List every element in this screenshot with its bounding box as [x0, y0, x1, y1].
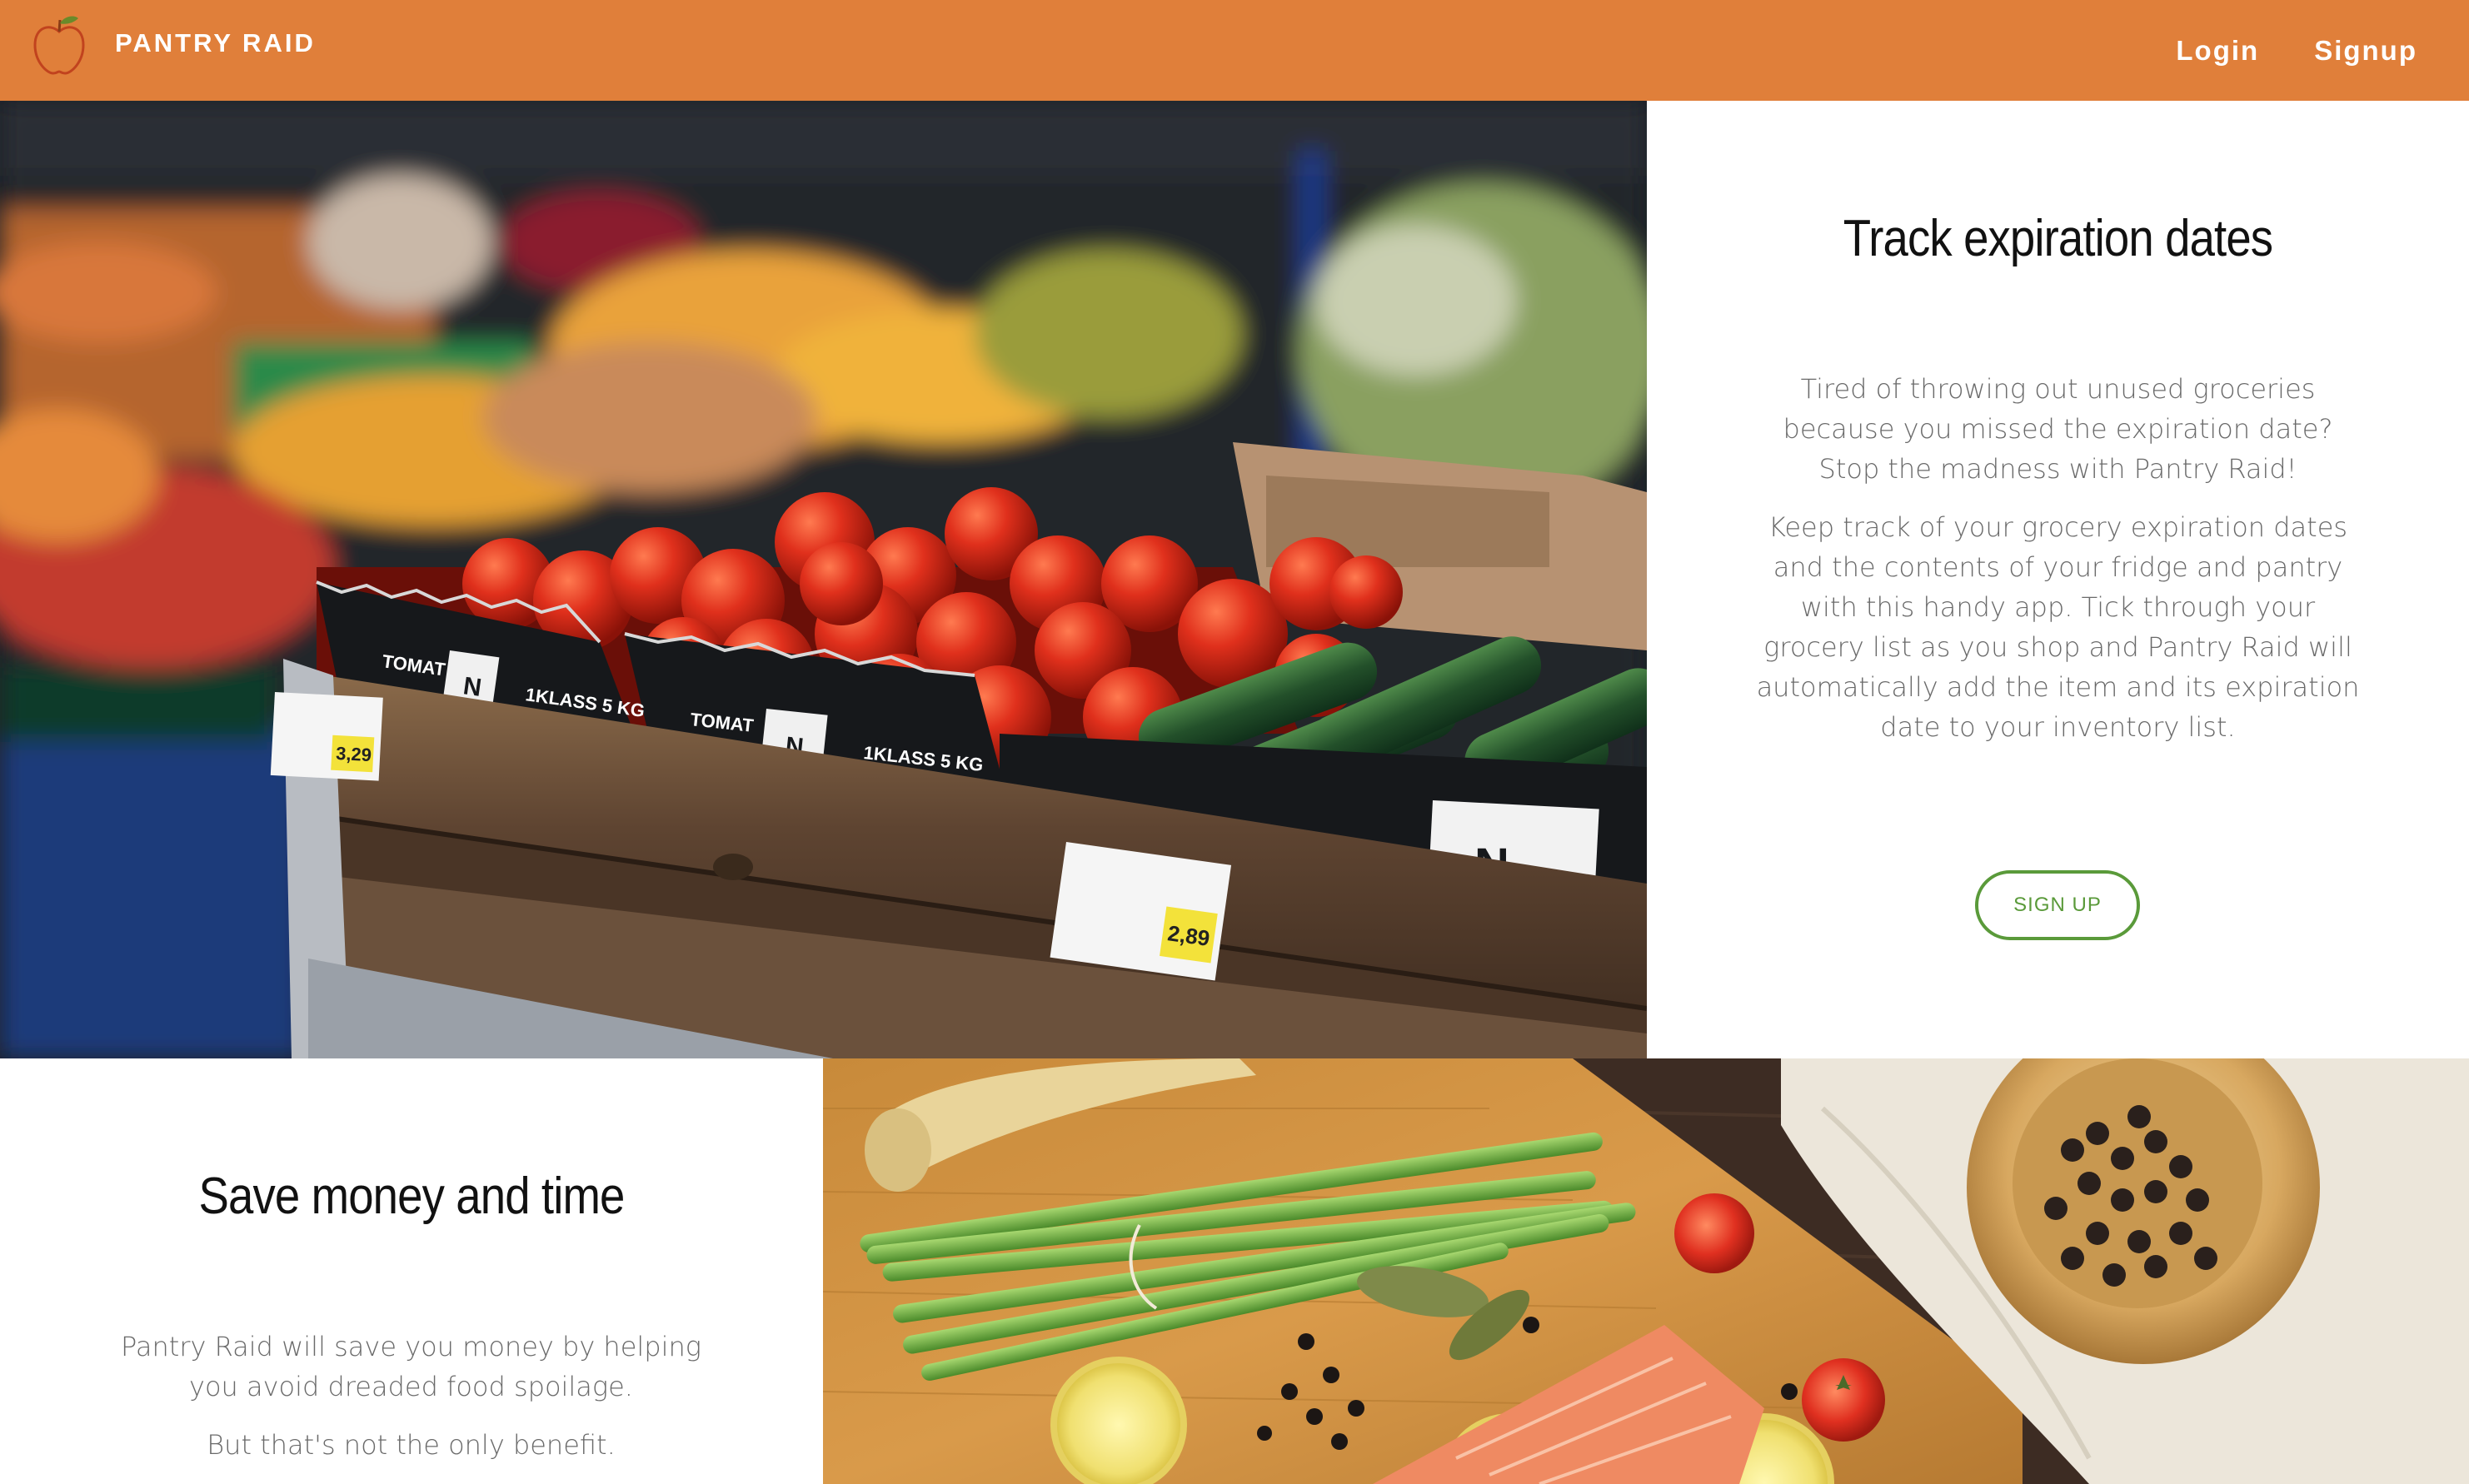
grocery-produce-photo: TOMAT N 1KLASS 5 KG TOMAT N 1KLASS 5 KG …: [0, 101, 1647, 1058]
track-intro-paragraph: Tired of throwing out unused groceries b…: [1783, 373, 2333, 485]
navbar: PANTRY RAID Login Signup: [0, 0, 2469, 101]
signup-link[interactable]: Signup: [2314, 35, 2417, 67]
save-money-section: Save money and time Pantry Raid will sav…: [0, 1058, 823, 1484]
track-detail-paragraph: Keep track of your grocery expiration da…: [1756, 511, 2360, 743]
track-expiration-title: Track expiration dates: [1843, 210, 2273, 267]
price-tag-1: 3,29: [336, 743, 372, 765]
save-benefit-paragraph: But that's not the only benefit.: [207, 1429, 616, 1461]
apple-icon: [33, 16, 85, 75]
nav-links: Login Signup: [2121, 0, 2417, 101]
save-intro-paragraph: Pantry Raid will save you money by helpi…: [121, 1331, 701, 1402]
login-link[interactable]: Login: [2176, 35, 2259, 67]
cutting-board-food-photo: [823, 1058, 2469, 1484]
brand-name: PANTRY RAID: [115, 28, 316, 57]
track-expiration-section: Track expiration dates Tired of throwing…: [1647, 101, 2469, 1058]
save-money-title: Save money and time: [198, 1168, 626, 1225]
brand-link[interactable]: PANTRY RAID: [32, 12, 316, 75]
sign-up-button[interactable]: SIGN UP: [1975, 870, 2140, 940]
